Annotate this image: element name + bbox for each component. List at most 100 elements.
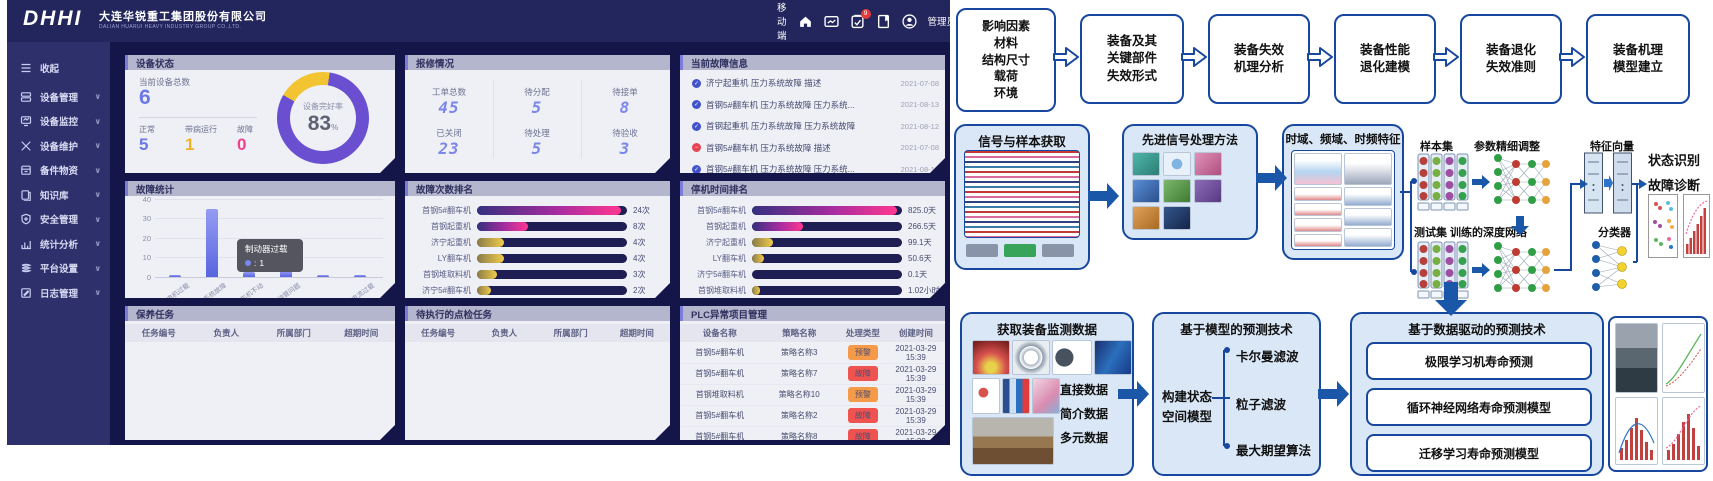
table-row[interactable]: 首钢5#翻车机 策略名称2 故障 2021-03-29 15:39 [680,405,945,427]
card-fault-stats-chart: 故障统计 40 30 20 10 0 电机过载 压力系统故障 翻车机不动 油管问… [125,181,395,298]
card-title: 设备状态 [125,55,395,70]
signal-processing-box: 先进信号处理方法 [1122,124,1258,240]
bar-track [477,270,627,279]
sidebar-item-device-manage[interactable]: 设备管理∨ [7,85,110,110]
fea-image-strip [972,340,1132,375]
sidebar: 收起 设备管理∨ 设备监控∨ 设备维护∨ 备件物资∨ 知识库∨ 安全管理∨ 统计… [7,42,110,445]
stats-bars-icon [20,238,32,250]
repair-stat-label: 已关闭 [405,127,493,139]
monitor-chart-icon[interactable] [824,14,839,29]
bar-track [477,286,627,295]
bar-track [477,238,627,247]
rank-row: 首钢堆取料机 3次 [405,270,670,282]
flow-box-failure-criterion: 装备退化失效准则 [1460,14,1562,104]
spare-parts-icon [20,164,32,176]
hamburger-icon [20,62,32,74]
signal-acquisition-box: 信号与样本获取 [954,124,1090,270]
y-tick: 40 [133,195,151,204]
repair-stat-label: 待接单 [581,86,669,98]
device-monitor-icon [20,115,32,127]
card-title: 报修情况 [405,55,670,70]
sidebar-item-spare-parts[interactable]: 备件物资∨ [7,158,110,183]
result-label: 状态识别 故障诊断 [1648,150,1700,194]
method-kalman: 卡尔曼滤波 [1236,346,1299,365]
sidebar-collapse[interactable]: 收起 [7,56,110,81]
rank-row: 济宁起重机 4次 [405,238,670,250]
sidebar-item-statistics[interactable]: 统计分析∨ [7,232,110,257]
flow-box-failure-forms: 装备及其关键部件 失效形式 [1080,14,1184,104]
method-particle: 粒子滤波 [1236,394,1286,413]
fault-message-row[interactable]: ✓ 首钢5#翻车机 压力系统故障 压力系统... 2021-08-12 [692,163,939,175]
card-fault-count-rank: 故障次数排名 首钢5#翻车机 24次 首钢起重机 8次 济宁起重机 4次 LY翻… [405,181,670,298]
user-name[interactable]: 管理员 [928,14,950,28]
card-repair-status: 报修情况 工单总数 待分配 待接单 45 5 8 已关闭 待处理 待验收 23 … [405,55,670,173]
stat-value-normal: 5 [139,135,148,155]
y-tick: 10 [133,253,151,262]
sidebar-item-safety[interactable]: 安全管理∨ [7,207,110,232]
sidebar-item-device-monitor[interactable]: 设备监控∨ [7,109,110,134]
machine-photo [972,417,1054,465]
card-title: 故障统计 [125,181,395,196]
fault-message-row[interactable]: ✓ 首钢起重机 压力系统故障 压力系统故障 2021-08-12 [692,120,939,132]
user-avatar-icon[interactable] [902,14,917,29]
table-row[interactable]: 首钢堆取料机 策略名称10 预警 2021-03-29 15:39 [680,384,945,406]
repair-stat-label: 待验收 [581,127,669,139]
hollow-arrow-icon [1181,46,1207,68]
sidebar-item-platform[interactable]: 平台设置∨ [7,256,110,281]
bar-fill [752,222,803,231]
flow-box-degradation-model: 装备性能退化建模 [1334,14,1436,104]
notification-badge: 9 [861,9,871,19]
table-row[interactable]: 首钢5#翻车机 策略名称7 故障 2021-03-29 15:39 [680,363,945,385]
repair-stat-value: 5 [493,139,581,158]
neural-network-graphic [1490,150,1552,214]
bar [354,275,366,277]
feature-plots [1291,150,1395,250]
bar-track [477,254,627,263]
bar-track [477,206,627,215]
donut-value: 83 [308,112,331,135]
fault-message-row[interactable]: ✓ 首钢5#翻车机 压力系统故障 压力系统... 2021-08-13 [692,99,939,111]
check-circle-icon: ✓ [692,165,701,174]
card-title: 停机时间排名 [680,181,945,196]
task-clipboard-icon[interactable]: 9 [850,14,865,29]
status-badge: 故障 [848,429,878,444]
test-set-matrix [1416,240,1470,300]
device-manage-icon [20,91,32,103]
monitoring-data-box: 获取装备监测数据 直接数据 简介数据 多元数据 [960,312,1134,476]
home-icon[interactable] [798,14,813,29]
accuracy-bars-image [1683,194,1710,258]
mobile-link[interactable]: 移动端 [777,0,787,42]
card-title: PLC异常项目管理 [680,306,945,321]
y-tick: 20 [133,234,151,243]
check-circle-icon: ✓ [692,100,701,109]
sidebar-item-logs[interactable]: 日志管理∨ [7,281,110,306]
book-icon[interactable] [876,14,891,29]
table-header: 设备名称 策略名称 处理类型 创建时间 [680,324,945,342]
bar-fill [477,238,504,247]
table-row[interactable]: 首钢5#翻车机 策略名称8 故障 2021-03-29 15:39 [680,426,945,445]
rul-histogram-thumb [1615,397,1658,465]
card-title: 故障次数排名 [405,181,670,196]
prediction-charts-panel [1608,316,1708,472]
table-row[interactable]: 首钢5#翻车机 策略名称3 预警 2021-03-29 15:39 [680,342,945,364]
flow-box-failure-mechanism: 装备失效机理分析 [1208,14,1310,104]
repair-stat-value: 8 [581,98,669,117]
fault-message-row[interactable]: ✓ 济宁起重机 压力系统故障 描述 2021-07-08 [692,77,939,89]
repair-stat-value: 5 [493,98,581,117]
fault-message-row[interactable]: − 首钢5#翻车机 压力系统故障 描述 2021-07-08 [692,142,939,154]
signal-save-button [1004,244,1036,257]
rank-row: LY翻车机 50.6天 [680,254,945,266]
table-header: 任务编号 负责人 所属部门 超期时间 [405,324,670,342]
bearing-photo-thumb [1615,323,1658,393]
sidebar-item-device-maintain[interactable]: 设备维护∨ [7,134,110,159]
method-em: 最大期望算法 [1236,440,1311,459]
repair-stat-value: 3 [581,139,669,158]
repair-stat-label: 待处理 [493,127,581,139]
bar-track [752,270,902,279]
tools-cross-icon [20,140,32,152]
legend-dot [245,260,251,266]
degradation-curve-thumb [1662,323,1705,393]
sidebar-item-knowledge[interactable]: 知识库∨ [7,183,110,208]
bar [243,272,255,277]
status-badge: 故障 [848,366,878,381]
